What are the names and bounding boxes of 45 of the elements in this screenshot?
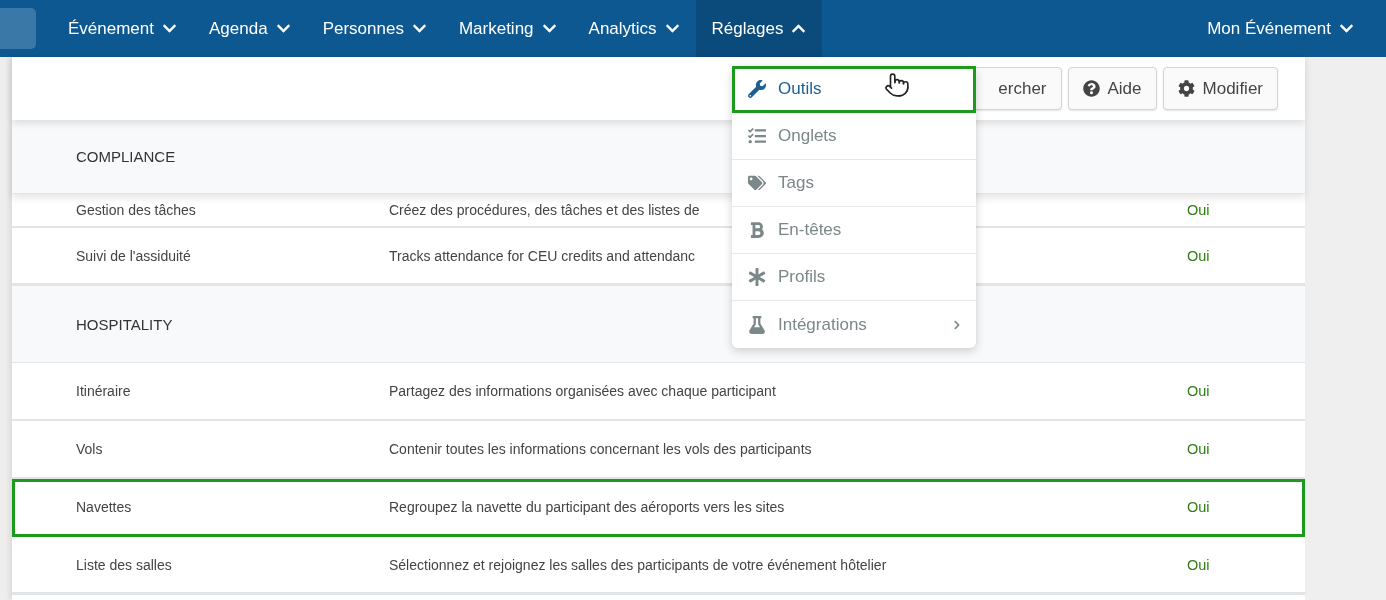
nav-menu-item[interactable]: Agenda bbox=[193, 0, 307, 57]
enabled-status: Oui bbox=[1187, 556, 1211, 573]
menu-item[interactable]: En-têtes bbox=[732, 207, 976, 254]
enabled-status: Oui bbox=[1187, 441, 1211, 457]
nav-menu-item[interactable]: Marketing bbox=[442, 0, 573, 57]
wrench-icon bbox=[748, 80, 766, 98]
question-icon bbox=[1082, 80, 1100, 97]
feature-description: Contenir toutes les informations concernant les vols des participants bbox=[389, 441, 813, 457]
feature-name: Vols bbox=[76, 441, 104, 457]
feature-name: Navettes bbox=[76, 499, 133, 515]
tags-icon bbox=[748, 174, 766, 192]
hand-cursor-icon bbox=[884, 72, 910, 98]
checklist-icon bbox=[748, 127, 766, 145]
enabled-status: Oui bbox=[1187, 247, 1211, 264]
nav-menu-item[interactable]: Événement bbox=[52, 0, 193, 57]
enabled-status: Oui bbox=[1187, 499, 1211, 515]
nav-menu-item[interactable]: Personnes bbox=[306, 0, 443, 57]
menu-item[interactable]: Tags bbox=[732, 160, 976, 207]
feature-name: Liste des salles bbox=[76, 556, 173, 573]
account-menu[interactable]: Mon Événement bbox=[1191, 0, 1370, 57]
feature-description: Partagez des informations organisées avec chaque participant bbox=[389, 383, 777, 399]
menu-item[interactable]: Intégrations bbox=[732, 301, 976, 348]
enabled-status: Oui bbox=[1187, 383, 1211, 399]
feature-name: Suivi de l'assiduité bbox=[76, 247, 192, 264]
asterisk-icon bbox=[748, 268, 766, 286]
section-title: COMPLIANCE bbox=[76, 148, 176, 165]
feature-description: Tracks attendance for CEU credits and attendanc bbox=[389, 247, 697, 264]
feature-name: Gestion des tâches bbox=[76, 202, 197, 218]
edit-button[interactable]: Modifier bbox=[1162, 67, 1278, 110]
menu-item[interactable]: Onglets bbox=[732, 113, 976, 160]
feature-description: Créez des procédures, des tâches et des listes de bbox=[389, 202, 701, 218]
bold-icon bbox=[748, 221, 766, 239]
menu-item[interactable]: Outils bbox=[732, 66, 976, 113]
enabled-status: Oui bbox=[1187, 202, 1211, 218]
settings-icon bbox=[1177, 80, 1195, 97]
help-button[interactable]: Aide bbox=[1067, 67, 1157, 110]
menu-item[interactable]: Profils bbox=[732, 254, 976, 301]
nav-menu-item[interactable]: Analytics bbox=[572, 0, 696, 57]
section-title: HOSPITALITY bbox=[76, 315, 173, 333]
nav-menu-item[interactable]: Réglages bbox=[695, 0, 823, 57]
feature-name: Itinéraire bbox=[76, 383, 132, 399]
feature-description: Regroupez la navette du participant des aéroports vers les sites bbox=[389, 499, 786, 515]
logo-tile[interactable] bbox=[0, 8, 36, 49]
feature-description: Sélectionnez et rejoignez les salles des participants de votre événement hôtelier bbox=[389, 556, 888, 573]
flask-icon bbox=[748, 315, 766, 334]
